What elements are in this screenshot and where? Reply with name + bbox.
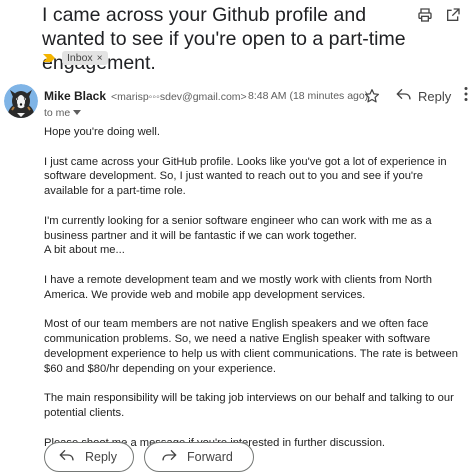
header-actions: Reply bbox=[364, 86, 469, 107]
message-body: Hope you're doing well. I just came acro… bbox=[44, 125, 469, 465]
open-in-new-icon[interactable] bbox=[444, 6, 462, 24]
reply-forward-bar: Reply Forward bbox=[44, 442, 254, 472]
to-me-text: to me bbox=[44, 107, 71, 119]
recipient-line[interactable]: to me bbox=[44, 107, 474, 119]
avatar[interactable] bbox=[4, 84, 38, 118]
star-icon[interactable] bbox=[364, 88, 382, 106]
reply-button[interactable]: Reply bbox=[44, 442, 134, 472]
body-paragraph: Hope you're doing well. bbox=[44, 126, 160, 138]
label-row: Inbox × bbox=[42, 51, 108, 65]
inbox-label-chip[interactable]: Inbox × bbox=[62, 51, 108, 65]
forward-arrow-icon bbox=[161, 448, 177, 467]
importance-marker-icon[interactable] bbox=[42, 53, 56, 63]
subject-toolbar bbox=[416, 6, 462, 24]
inbox-label-text: Inbox bbox=[67, 52, 93, 64]
reply-arrow-icon bbox=[59, 448, 75, 467]
printer-icon[interactable] bbox=[416, 6, 434, 24]
reply-arrow-icon[interactable] bbox=[396, 87, 412, 106]
header-reply-label[interactable]: Reply bbox=[418, 89, 451, 104]
more-vert-icon[interactable] bbox=[463, 86, 469, 107]
message-header: Mike Black <marisp◦◦◦sdev@gmail.com> 8:4… bbox=[44, 86, 474, 119]
body-paragraph: A bit about me... bbox=[44, 244, 125, 257]
reply-button-label: Reply bbox=[85, 450, 117, 464]
chevron-down-icon[interactable] bbox=[73, 107, 82, 119]
sender-email: <marisp◦◦◦sdev@gmail.com> bbox=[111, 91, 247, 103]
forward-button[interactable]: Forward bbox=[144, 442, 254, 472]
body-paragraph: I'm currently looking for a senior softw… bbox=[44, 214, 432, 242]
body-paragraph: The main responsibility will be taking j… bbox=[44, 392, 454, 420]
body-paragraph: I have a remote development team and we … bbox=[44, 273, 432, 301]
body-paragraph: Most of our team members are not native … bbox=[44, 318, 458, 375]
forward-button-label: Forward bbox=[187, 450, 233, 464]
remove-label-icon[interactable]: × bbox=[97, 53, 103, 64]
message-time: 8:48 AM (18 minutes ago) bbox=[248, 90, 369, 102]
body-paragraph: I just came across your GitHub profile. … bbox=[44, 155, 447, 198]
sender-name[interactable]: Mike Black bbox=[44, 89, 106, 103]
